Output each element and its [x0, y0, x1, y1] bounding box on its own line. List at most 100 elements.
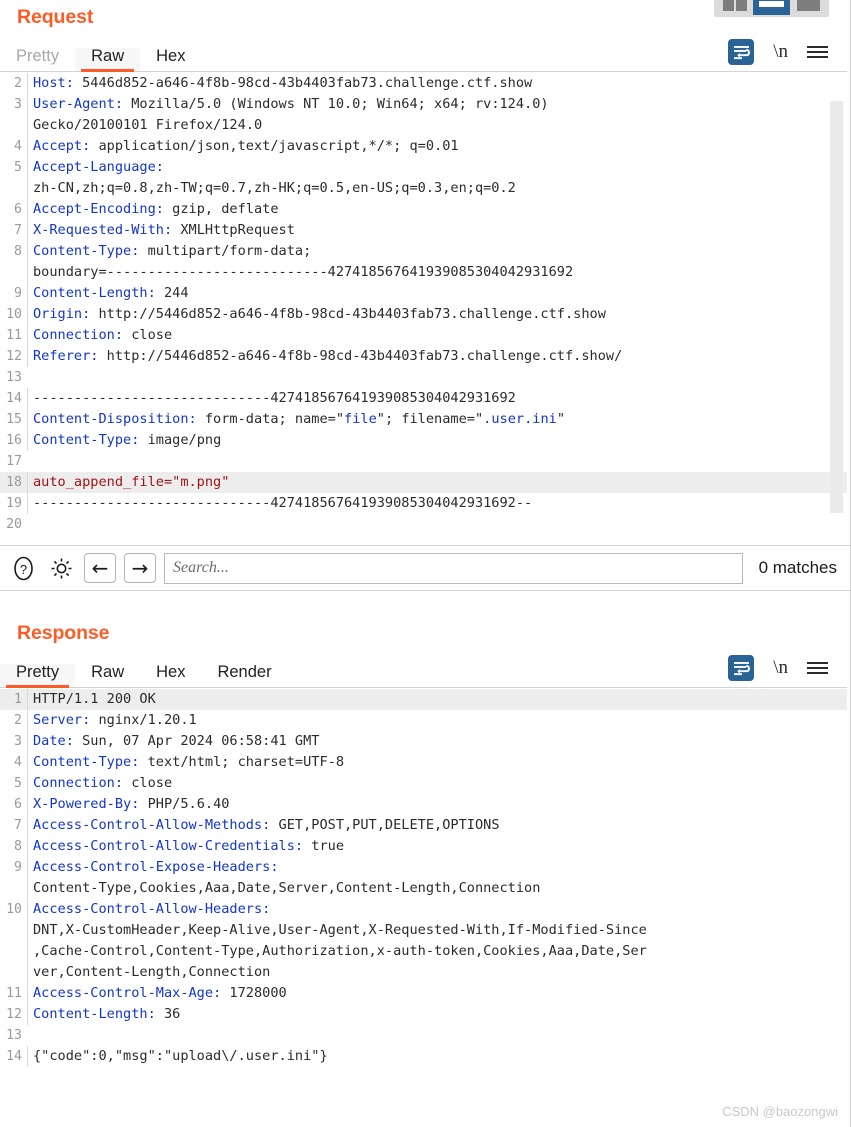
line-number: 10 — [6, 902, 22, 917]
line-number: 16 — [6, 433, 22, 448]
line-content: X-Powered-By: PHP/5.6.40 — [27, 794, 847, 815]
tab-response-pretty[interactable]: Pretty — [0, 663, 76, 688]
code-line: 19 -----------------------------427418567… — [0, 493, 847, 514]
code-token-val: 1728000 — [221, 985, 287, 1001]
code-token-hk: Date: — [33, 733, 74, 749]
code-line: 15 Content-Disposition: form-data; name="… — [0, 409, 847, 430]
tab-response-render[interactable]: Render — [201, 663, 287, 688]
line-content: Connection: close — [27, 325, 847, 346]
code-token-hk: Access-Control-Allow-Methods: — [33, 817, 271, 833]
newline-toggle[interactable]: \n — [773, 657, 788, 679]
single-pane-layout-button[interactable] — [790, 0, 827, 15]
code-token-val: "; filename=" — [376, 411, 484, 427]
code-token-hk: Origin: — [33, 306, 91, 322]
code-token-val: gzip, deflate — [163, 201, 279, 217]
code-token-hk: Server: — [33, 712, 91, 728]
help-circle-icon[interactable]: ? — [8, 553, 38, 583]
code-line: 13 — [0, 367, 847, 388]
search-prev-button[interactable]: ← — [84, 553, 116, 583]
line-number: 11 — [6, 986, 22, 1001]
code-token-hk: Connection: — [33, 775, 124, 791]
word-wrap-icon[interactable] — [728, 39, 755, 65]
search-input[interactable] — [164, 552, 743, 584]
word-wrap-icon[interactable] — [728, 655, 755, 681]
code-token-hk: X-Requested-With: — [33, 222, 173, 238]
response-tabbar-actions: \n — [728, 655, 847, 687]
line-number: 4 — [14, 755, 22, 770]
code-line: 5 Accept-Language: — [0, 157, 847, 178]
line-content: auto_append_file="m.png" — [27, 472, 847, 493]
code-token-val: ,Cache-Control,Content-Type,Authorizatio… — [33, 943, 647, 959]
tab-request-hex[interactable]: Hex — [140, 47, 201, 72]
code-line: 3 Date: Sun, 07 Apr 2024 06:58:41 GMT — [0, 731, 847, 752]
tab-response-hex[interactable]: Hex — [140, 663, 201, 688]
code-token-val: 244 — [155, 285, 189, 301]
line-content: Content-Length: 36 — [27, 1004, 847, 1025]
line-number: 14 — [6, 1049, 22, 1064]
line-number: 7 — [14, 223, 22, 238]
line-content: ver,Content-Length,Connection — [27, 962, 847, 983]
code-token-val: -----------------------------42741856764… — [33, 495, 533, 511]
code-token-val: DNT,X-CustomHeader,Keep-Alive,User-Agent… — [33, 922, 647, 938]
line-content: Origin: http://5446d852-a646-4f8b-98cd-4… — [27, 304, 847, 325]
svg-text:?: ? — [19, 562, 26, 577]
request-vertical-scrollbar[interactable] — [830, 101, 843, 513]
code-token-hk: User-Agent: — [33, 96, 124, 112]
code-line: 14 -----------------------------427418567… — [0, 388, 847, 409]
code-line: 17 — [0, 451, 847, 472]
tab-request-pretty[interactable]: Pretty — [0, 47, 75, 72]
watermark: CSDN @baozongwi — [722, 1104, 838, 1119]
code-line: boundary=---------------------------4274… — [0, 262, 847, 283]
code-line: 11 Connection: close — [0, 325, 847, 346]
code-line: Gecko/20100101 Firefox/124.0 — [0, 115, 847, 136]
code-line: 10 Origin: http://5446d852-a646-4f8b-98cd… — [0, 304, 847, 325]
line-content: Access-Control-Expose-Headers: — [27, 857, 847, 878]
line-content: Access-Control-Allow-Credentials: true — [27, 836, 847, 857]
vertical-split-layout-button[interactable] — [716, 0, 753, 15]
code-token-val: GET,POST,PUT,DELETE,OPTIONS — [270, 817, 500, 833]
code-line: 1 HTTP/1.1 200 OK — [0, 689, 847, 710]
newline-toggle[interactable]: \n — [773, 41, 788, 63]
code-token-val: Content-Type,Cookies,Aaa,Date,Server,Con… — [33, 880, 541, 896]
line-number: 2 — [14, 713, 22, 728]
horizontal-split-layout-button[interactable] — [753, 0, 790, 15]
code-token-val: XMLHttpRequest — [172, 222, 295, 238]
line-number: 12 — [6, 349, 22, 364]
line-content: Content-Type,Cookies,Aaa,Date,Server,Con… — [27, 878, 847, 899]
tab-response-raw[interactable]: Raw — [75, 663, 140, 688]
code-line: 6 X-Powered-By: PHP/5.6.40 — [0, 794, 847, 815]
hamburger-menu-icon[interactable] — [807, 662, 828, 674]
request-code-view[interactable]: 2 Host: 5446d852-a646-4f8b-98cd-43b4403fa… — [0, 73, 847, 545]
response-code-view[interactable]: 1 HTTP/1.1 200 OK 2 Server: nginx/1.20.1 3 Da… — [0, 689, 847, 1127]
search-next-button[interactable]: → — [124, 553, 156, 583]
code-line: 12 Content-Length: 36 — [0, 1004, 847, 1025]
line-content: Host: 5446d852-a646-4f8b-98cd-43b4403fab… — [27, 73, 847, 94]
line-number: 1 — [14, 692, 22, 707]
code-line: 2 Host: 5446d852-a646-4f8b-98cd-43b4403fa… — [0, 73, 847, 94]
line-content: Gecko/20100101 Firefox/124.0 — [27, 115, 847, 136]
line-number: 17 — [6, 454, 22, 469]
line-content: Referer: http://5446d852-a646-4f8b-98cd-… — [27, 346, 847, 367]
response-panel: Response Pretty Raw Hex Render \n 1 HTTP… — [0, 592, 851, 1127]
code-token-val: application/json,text/javascript,*/*; q=… — [90, 138, 459, 154]
tab-request-raw[interactable]: Raw — [75, 47, 141, 72]
code-token-val: {"code":0,"msg":"upload\/.user.ini"} — [33, 1048, 328, 1064]
code-token-val: image/png — [139, 432, 222, 448]
hamburger-menu-icon[interactable] — [807, 46, 828, 58]
line-content: Content-Type: multipart/form-data; — [27, 241, 847, 262]
line-content: Access-Control-Allow-Methods: GET,POST,P… — [27, 815, 847, 836]
code-token-hk: Access-Control-Allow-Headers: — [33, 901, 271, 917]
line-content: {"code":0,"msg":"upload\/.user.ini"} — [27, 1046, 847, 1067]
code-token-val: true — [303, 838, 344, 854]
code-line: 7 X-Requested-With: XMLHttpRequest — [0, 220, 847, 241]
line-content: -----------------------------42741856764… — [27, 388, 847, 409]
line-number: 8 — [14, 244, 22, 259]
line-number: 9 — [14, 286, 22, 301]
code-token-val: http://5446d852-a646-4f8b-98cd-43b4403fa… — [90, 306, 606, 322]
line-content: DNT,X-CustomHeader,Keep-Alive,User-Agent… — [27, 920, 847, 941]
code-line: 9 Access-Control-Expose-Headers: — [0, 857, 847, 878]
code-line: ,Cache-Control,Content-Type,Authorizatio… — [0, 941, 847, 962]
line-content: Connection: close — [27, 773, 847, 794]
gear-icon[interactable] — [46, 553, 76, 583]
code-line: 8 Content-Type: multipart/form-data; — [0, 241, 847, 262]
